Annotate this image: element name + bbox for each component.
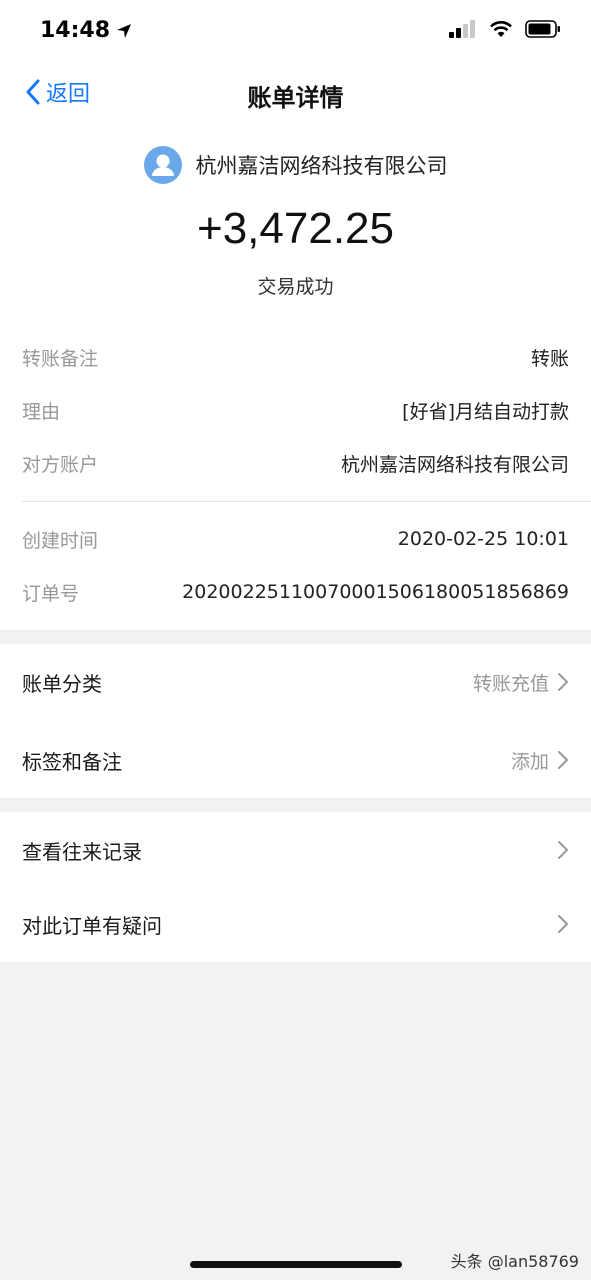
divider	[22, 501, 591, 502]
transaction-amount: +3,472.25	[197, 204, 394, 253]
detail-label: 理由	[22, 400, 61, 423]
row-label: 查看往来记录	[22, 839, 142, 864]
clock-text: 14:48	[40, 18, 111, 43]
order-question-row[interactable]: 对此订单有疑问	[0, 886, 591, 962]
nav-bar: 返回 账单详情	[0, 62, 591, 126]
chevron-right-icon	[558, 751, 568, 769]
detail-value: 2020-02-25 10:01	[397, 528, 569, 550]
row-value: 转账充值	[472, 672, 549, 695]
chevron-right-icon	[558, 673, 568, 691]
row-value: 添加	[510, 750, 549, 773]
watermark: 头条 @lan58769	[450, 1252, 579, 1271]
detail-row-created-time: 创建时间 2020-02-25 10:01	[22, 524, 569, 554]
row-label: 对此订单有疑问	[22, 913, 162, 938]
tags-notes-row[interactable]: 标签和备注 添加	[0, 722, 591, 798]
detail-row-order-number: 订单号 20200225110070001506180051856869	[22, 577, 569, 607]
chevron-right-icon	[558, 841, 568, 859]
row-label: 账单分类	[22, 671, 102, 696]
cellular-signal-icon	[449, 20, 475, 38]
wifi-icon	[490, 21, 512, 37]
detail-row-reason: 理由 [好省]月结自动打款	[22, 395, 569, 425]
avatar	[143, 146, 182, 184]
detail-label: 订单号	[22, 582, 80, 605]
detail-value: 转账	[530, 347, 569, 370]
detail-value: 杭州嘉洁网络科技有限公司	[340, 453, 569, 476]
battery-icon	[525, 20, 560, 38]
detail-label: 转账备注	[22, 347, 99, 370]
row-right: 转账充值	[473, 669, 569, 696]
row-label: 标签和备注	[22, 749, 122, 774]
payee-name: 杭州嘉洁网络科技有限公司	[195, 154, 448, 178]
status-icons	[449, 20, 561, 38]
detail-row-remark: 转账备注 转账	[22, 342, 569, 372]
detail-value: 20200225110070001506180051856869	[182, 581, 569, 603]
home-indicator[interactable]	[190, 1261, 402, 1268]
settings-section: 账单分类 转账充值 标签和备注 添加	[0, 644, 591, 798]
page-title: 账单详情	[247, 84, 344, 112]
transaction-status: 交易成功	[257, 276, 334, 298]
detail-row-counterparty: 对方账户 杭州嘉洁网络科技有限公司	[22, 448, 569, 478]
bill-category-row[interactable]: 账单分类 转账充值	[0, 644, 591, 720]
location-arrow-icon	[117, 23, 132, 38]
view-history-row[interactable]: 查看往来记录	[0, 812, 591, 888]
row-right: 添加	[511, 747, 569, 774]
chevron-right-icon	[558, 915, 568, 933]
detail-label: 对方账户	[22, 453, 99, 476]
user-icon	[151, 154, 174, 176]
actions-section: 查看往来记录 对此订单有疑问	[0, 812, 591, 962]
detail-value: [好省]月结自动打款	[402, 400, 569, 423]
payee: 杭州嘉洁网络科技有限公司	[0, 146, 591, 184]
status-time: 14:48	[40, 18, 132, 43]
detail-label: 创建时间	[22, 529, 99, 552]
transaction-card: 杭州嘉洁网络科技有限公司 +3,472.25 交易成功 转账备注 转账 理由 […	[0, 126, 591, 630]
status-bar: 14:48	[0, 0, 591, 62]
